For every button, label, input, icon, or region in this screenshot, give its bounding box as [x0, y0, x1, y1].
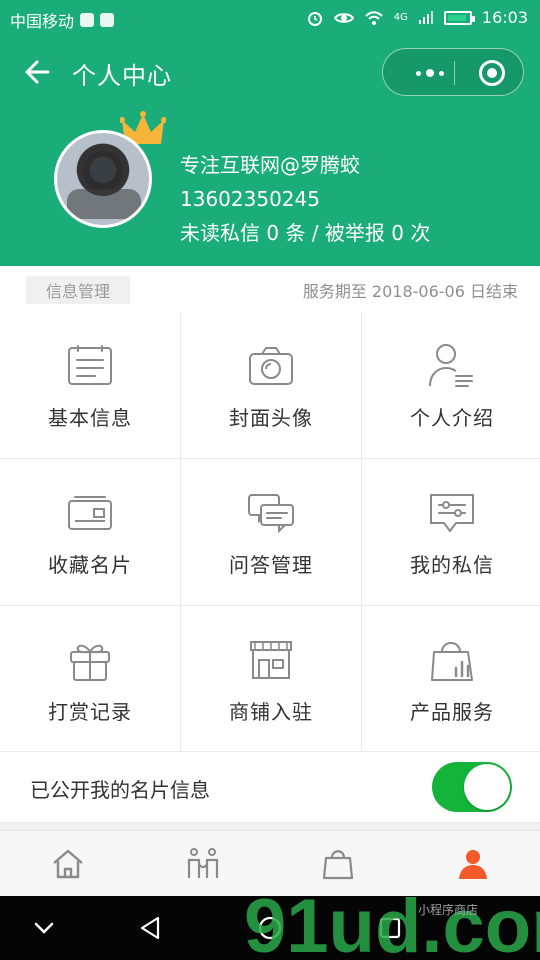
status-bar: 中国移动 4G 16:03: [0, 0, 540, 36]
grid-item-qa-management[interactable]: 问答管理: [181, 459, 361, 605]
nav-bar: 个人中心: [0, 36, 540, 110]
clock-time: 16:03: [481, 8, 528, 27]
status-left: 中国移动: [10, 8, 115, 32]
profile-header: 个人中心 专注互联网@罗腾蛟 13602350245 未读私信 0 条 / 被举…: [0, 36, 540, 266]
hide-nav-chevron-icon[interactable]: [28, 912, 60, 944]
home-circle-icon[interactable]: [254, 912, 286, 944]
network-type: 4G: [393, 12, 408, 23]
public-card-label: 已公开我的名片信息: [30, 778, 210, 802]
user-icon: [458, 849, 487, 879]
grid-item-label: 打赏记录: [48, 699, 132, 724]
target-circle-icon[interactable]: [479, 60, 505, 86]
grid-item-label: 问答管理: [229, 552, 313, 577]
recent-apps-square-icon[interactable]: [374, 912, 406, 944]
status-right: 4G 16:03: [306, 8, 528, 27]
camera-icon: [249, 346, 293, 385]
more-dots-icon[interactable]: [405, 63, 455, 83]
tab-profile[interactable]: [405, 831, 540, 896]
carrier-name: 中国移动: [10, 12, 75, 31]
grid-item-shop-entry[interactable]: 商铺入驻: [181, 606, 361, 752]
tab-home[interactable]: [0, 831, 135, 896]
profile-info: 专注互联网@罗腾蛟 13602350245 未读私信 0 条 / 被举报 0 次: [180, 148, 430, 250]
alarm-icon: [307, 11, 322, 26]
card-icon: [68, 495, 112, 530]
miniprogram-capsule: [382, 48, 524, 96]
grid-item-product-services[interactable]: 产品服务: [362, 606, 540, 752]
info-bar: 信息管理 服务期至 2018-06-06 日结束: [0, 266, 540, 312]
grid-item-reward-records[interactable]: 打赏记录: [0, 606, 180, 752]
bottom-tab-bar: [0, 830, 540, 896]
toggle-knob: [464, 764, 510, 810]
battery-icon: [443, 10, 475, 25]
shopping-bag-icon: [322, 849, 353, 879]
signal-icon: [418, 10, 433, 24]
profile-name: 专注互联网@罗腾蛟: [180, 153, 360, 177]
grid-item-cover-avatar[interactable]: 封面头像: [181, 312, 361, 458]
eye-icon: [333, 12, 354, 23]
back-triangle-icon[interactable]: [134, 912, 166, 944]
grid-item-saved-cards[interactable]: 收藏名片: [0, 459, 180, 605]
profile-stats: 未读私信 0 条 / 被举报 0 次: [180, 221, 431, 245]
wifi-icon: [365, 10, 383, 25]
grid-item-label: 封面头像: [229, 405, 313, 430]
shop-icon: [250, 640, 292, 679]
function-grid: 基本信息 封面头像 个人介绍 收藏名片 问答管理 我的私信 打赏记录 商铺入驻 …: [0, 312, 540, 752]
avatar[interactable]: [54, 130, 152, 228]
service-expiry-text: 服务期至 2018-06-06 日结束: [302, 282, 518, 301]
tab-shop[interactable]: [270, 831, 405, 896]
home-icon: [52, 849, 83, 878]
bag-chart-icon: [431, 641, 473, 681]
grid-item-personal-intro[interactable]: 个人介绍: [362, 312, 540, 458]
grid-item-label: 商铺入驻: [229, 699, 313, 724]
message-settings-icon: [430, 493, 474, 532]
gift-icon: [70, 644, 110, 681]
chat-bubbles-icon: [248, 493, 294, 533]
public-card-toggle[interactable]: [432, 762, 512, 812]
page-title: 个人中心: [72, 62, 172, 90]
person-profile-icon: [429, 343, 473, 387]
people-icon: [187, 847, 218, 878]
back-arrow-icon[interactable]: [20, 54, 56, 90]
profile-phone: 13602350245: [180, 187, 320, 211]
baidu-paw-icon: [100, 13, 115, 27]
grid-item-basic-info[interactable]: 基本信息: [0, 312, 180, 458]
public-card-setting: 已公开我的名片信息: [0, 751, 540, 823]
info-management-tag[interactable]: 信息管理: [26, 276, 130, 304]
grid-item-label: 我的私信: [410, 552, 494, 577]
capsule-divider: [454, 61, 455, 85]
grid-item-label: 产品服务: [410, 699, 494, 724]
grid-item-label: 基本信息: [48, 405, 132, 430]
grid-item-label: 收藏名片: [48, 552, 132, 577]
tab-people[interactable]: [135, 831, 270, 896]
app-notification-icon: [80, 13, 95, 27]
grid-item-private-messages[interactable]: 我的私信: [362, 459, 540, 605]
android-navigation-bar: [0, 896, 540, 960]
document-icon: [68, 344, 112, 385]
grid-item-label: 个人介绍: [410, 405, 494, 430]
